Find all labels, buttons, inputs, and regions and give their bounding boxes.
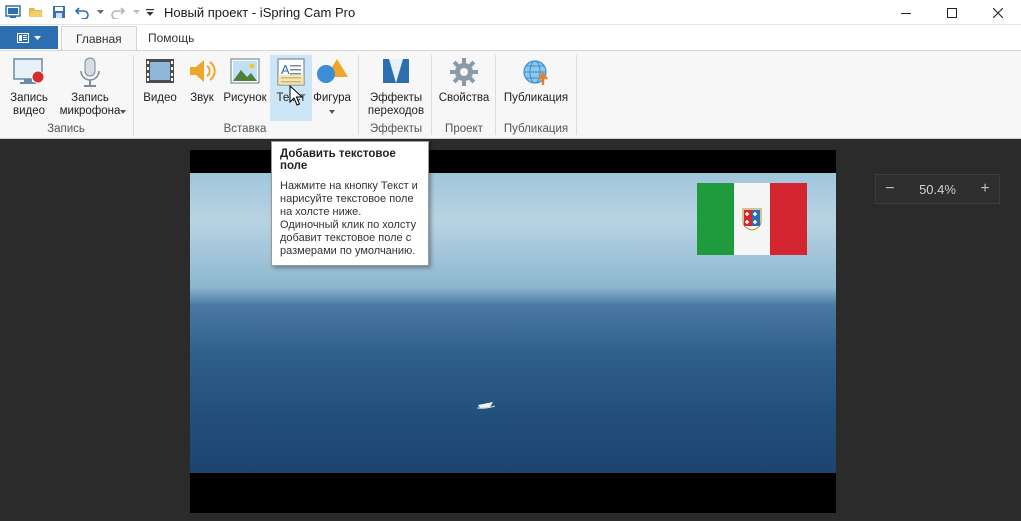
- record-video-label: Запись видео: [10, 92, 48, 117]
- group-project-label: Проект: [445, 123, 483, 135]
- title-bar: Новый проект - iSpring Cam Pro: [0, 0, 1021, 25]
- mouse-pointer-icon: [289, 85, 303, 106]
- italian-navy-flag-image[interactable]: [697, 183, 807, 255]
- crest-icon: [742, 208, 762, 231]
- group-separator: [495, 55, 496, 135]
- tooltip-body: Нажмите на кнопку Текст и нарисуйте текс…: [280, 180, 418, 257]
- quick-access-toolbar: [0, 0, 156, 25]
- file-menu-button[interactable]: [0, 26, 58, 49]
- record-mic-button[interactable]: Запись микрофона: [54, 55, 126, 121]
- properties-button[interactable]: Свойства: [436, 55, 492, 121]
- tooltip-title: Добавить текстовое поле: [280, 148, 396, 172]
- group-insert-label: Вставка: [223, 123, 267, 135]
- publish-button[interactable]: Публикация: [500, 55, 572, 121]
- publish-label: Публикация: [503, 92, 569, 104]
- svg-text:A: A: [281, 62, 290, 77]
- chevron-down-icon: [120, 110, 126, 114]
- close-icon[interactable]: [975, 0, 1021, 25]
- video-button[interactable]: Видео: [138, 55, 182, 121]
- gear-icon: [450, 58, 478, 86]
- picture-button[interactable]: Рисунок: [222, 55, 268, 121]
- shapes-icon: [317, 59, 348, 83]
- group-record-label: Запись: [47, 123, 85, 135]
- properties-label: Свойства: [438, 92, 490, 104]
- film-icon: [146, 59, 174, 83]
- record-video-icon: [13, 58, 45, 84]
- app-icon[interactable]: [3, 2, 23, 22]
- window-title: Новый проект - iSpring Cam Pro: [164, 4, 356, 20]
- redo-dropdown-icon[interactable]: [131, 2, 141, 22]
- picture-icon: [230, 58, 260, 84]
- video-label: Видео: [143, 92, 177, 104]
- zoom-level: 50.4%: [919, 181, 956, 197]
- picture-label: Рисунок: [223, 92, 267, 104]
- file-menu-icon: [17, 32, 29, 43]
- window-controls: [883, 0, 1021, 25]
- record-mic-label: Запись микрофона: [59, 92, 121, 117]
- app-window: Новый проект - iSpring Cam Pro Главная П…: [0, 0, 1021, 521]
- redo-icon[interactable]: [108, 2, 128, 22]
- minimize-icon[interactable]: [883, 0, 929, 25]
- shape-button[interactable]: Фигура: [312, 55, 352, 121]
- record-video-button[interactable]: Запись видео: [6, 55, 52, 121]
- tab-home[interactable]: Главная: [61, 26, 137, 51]
- group-separator: [358, 55, 359, 135]
- microphone-icon: [80, 57, 100, 87]
- canvas-workspace[interactable]: − 50.4% +: [0, 140, 1021, 521]
- open-folder-icon[interactable]: [26, 2, 46, 22]
- zoom-out-button[interactable]: −: [876, 180, 904, 198]
- speaker-icon: [190, 60, 216, 82]
- transitions-button[interactable]: Эффекты переходов: [363, 55, 429, 121]
- save-icon[interactable]: [49, 2, 69, 22]
- customize-icon[interactable]: [144, 2, 156, 22]
- transition-icon: [383, 59, 409, 83]
- group-separator: [133, 55, 134, 135]
- transitions-label: Эффекты переходов: [367, 92, 425, 117]
- zoom-in-button[interactable]: +: [971, 180, 999, 198]
- sound-label: Звук: [190, 92, 214, 104]
- text-button-tooltip: Добавить текстовое поле Нажмите на кнопк…: [271, 141, 429, 266]
- text-box-icon: A: [277, 58, 305, 86]
- ribbon: Запись видео Запись микрофона Запись Вид…: [0, 50, 1021, 139]
- undo-dropdown-icon[interactable]: [95, 2, 105, 22]
- boat-shape: [477, 402, 495, 409]
- tab-help[interactable]: Помощь: [134, 26, 208, 50]
- group-effects-label: Эффекты: [369, 123, 423, 135]
- zoom-control: − 50.4% +: [875, 174, 1000, 204]
- chevron-down-icon: [329, 110, 335, 114]
- sound-button[interactable]: Звук: [184, 55, 220, 121]
- group-separator: [576, 55, 577, 135]
- globe-publish-icon: [523, 60, 548, 85]
- ribbon-tabs: Главная Помощь: [0, 25, 1021, 51]
- group-publish-label: Публикация: [503, 123, 569, 135]
- group-separator: [431, 55, 432, 135]
- chevron-down-icon: [34, 35, 41, 40]
- shape-label: Фигура: [313, 92, 351, 104]
- maximize-icon[interactable]: [929, 0, 975, 25]
- undo-icon[interactable]: [72, 2, 92, 22]
